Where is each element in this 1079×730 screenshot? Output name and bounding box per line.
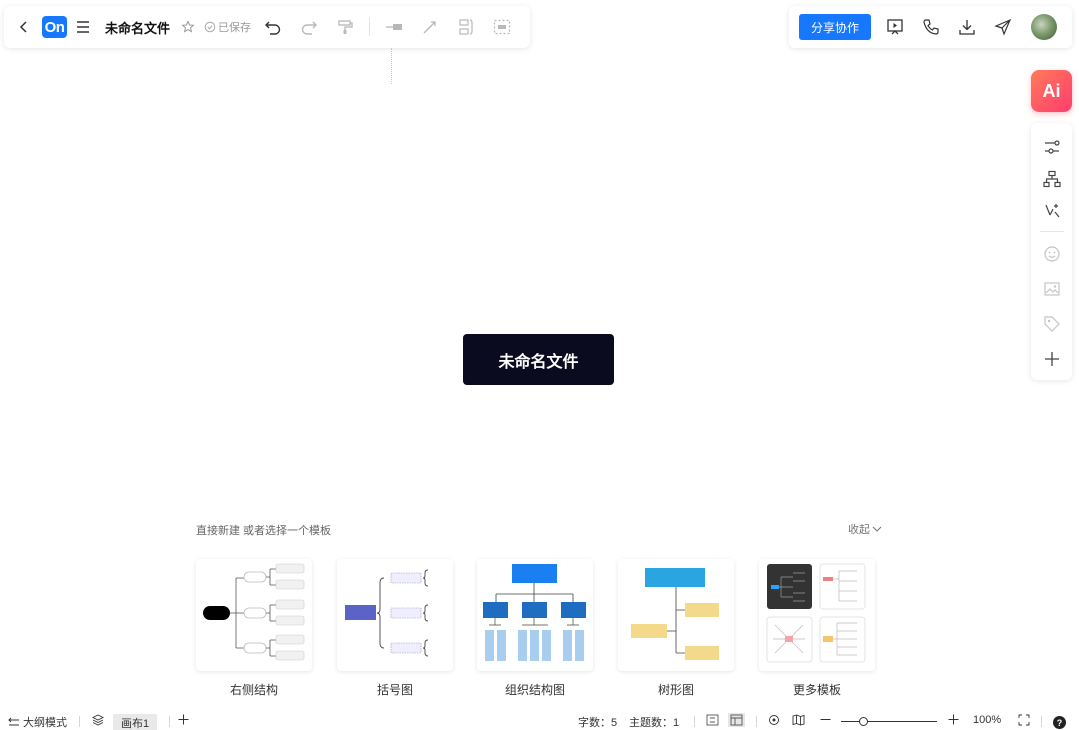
avatar[interactable] <box>1031 14 1058 40</box>
status-divider <box>169 716 170 727</box>
template-label: 更多模板 <box>792 683 841 697</box>
back-icon[interactable] <box>12 15 36 39</box>
top-toolbar: On 未命名文件 已保存 <box>4 6 530 48</box>
present-icon[interactable] <box>883 15 907 39</box>
sparkle-theme-icon[interactable] <box>1040 199 1064 222</box>
template-card-org-chart[interactable] <box>477 559 593 671</box>
right-structure-thumbnail <box>203 563 305 661</box>
auto-layout-button[interactable] <box>706 714 719 726</box>
app-logo[interactable]: On <box>42 16 67 38</box>
sheet-tab-1[interactable]: 画布1 <box>113 714 158 730</box>
template-card-bracket[interactable] <box>337 559 453 671</box>
undo-icon[interactable] <box>261 15 285 39</box>
phone-icon[interactable] <box>919 15 943 39</box>
emoji-icon[interactable] <box>1040 242 1064 265</box>
canvas-guide <box>391 48 392 84</box>
image-icon[interactable] <box>1040 278 1064 301</box>
insert-topic-icon[interactable] <box>382 15 406 39</box>
sheet-tab-label: 画布1 <box>113 714 158 730</box>
status-divider <box>1041 716 1042 727</box>
collapse-button[interactable]: 收起 <box>848 521 882 537</box>
tag-icon[interactable] <box>1040 313 1064 336</box>
sidebar-divider <box>1039 231 1064 233</box>
zoom-slider-track[interactable] <box>841 721 937 722</box>
org-chart-thumbnail <box>483 564 586 661</box>
status-divider <box>756 716 757 727</box>
menu-icon[interactable] <box>71 15 95 39</box>
minimap-button[interactable] <box>792 714 805 726</box>
more-templates-thumbnail <box>766 563 866 663</box>
summary-icon[interactable] <box>454 15 478 39</box>
document-title[interactable]: 未命名文件 <box>105 18 170 37</box>
style-settings-icon[interactable] <box>1040 135 1064 158</box>
add-sheet-button[interactable] <box>178 714 189 725</box>
add-icon[interactable] <box>1040 348 1064 371</box>
right-sidebar <box>1031 123 1072 380</box>
locate-button[interactable] <box>768 714 780 726</box>
tree-thumbnail <box>631 568 719 660</box>
central-topic-node[interactable]: 未命名文件 <box>463 334 614 385</box>
help-icon[interactable]: ? <box>1053 716 1066 729</box>
status-divider <box>79 716 80 727</box>
fullscreen-icon <box>1018 714 1030 726</box>
save-status-text: 已保存 <box>218 22 252 34</box>
zoom-slider-handle[interactable] <box>859 717 868 726</box>
word-count: 字数：5 <box>578 717 618 729</box>
locate-icon <box>769 715 779 725</box>
check-circle-icon <box>204 21 216 33</box>
template-label: 组织结构图 <box>504 683 565 697</box>
format-painter-icon[interactable] <box>333 15 357 39</box>
relation-line-icon[interactable] <box>418 15 442 39</box>
zoom-in-button[interactable] <box>948 714 959 725</box>
boundary-icon[interactable] <box>490 15 514 39</box>
topic-count: 主题数：1 <box>629 717 680 729</box>
top-right-toolbar: 分享协作 <box>789 6 1072 48</box>
map-icon <box>792 714 805 726</box>
zoom-level[interactable]: 100% <box>973 714 1001 726</box>
ai-assistant-button[interactable]: Ai <box>1031 70 1072 112</box>
share-collaborate-button[interactable]: 分享协作 <box>799 14 872 40</box>
auto-layout-icon <box>706 714 719 726</box>
send-icon[interactable] <box>991 15 1015 39</box>
fullscreen-button[interactable] <box>1018 714 1030 726</box>
outline-mode-toggle[interactable]: 大纲模式 <box>8 714 67 730</box>
layers-icon <box>92 714 104 726</box>
download-icon[interactable] <box>955 15 979 39</box>
minus-icon <box>820 719 831 720</box>
template-label: 括号图 <box>376 683 413 697</box>
status-bar: 大纲模式 画布1 字数：5 主题数：1 100% ? <box>0 712 1079 730</box>
template-card-right-structure[interactable] <box>196 559 312 671</box>
star-icon[interactable] <box>176 15 200 39</box>
template-card-more[interactable] <box>759 559 875 671</box>
template-card-tree[interactable] <box>618 559 734 671</box>
template-label: 树形图 <box>657 683 694 697</box>
bracket-thumbnail <box>345 569 429 657</box>
outline-mode-icon <box>8 717 19 726</box>
template-label: 右侧结构 <box>229 683 278 697</box>
chevron-down-icon <box>872 526 882 532</box>
status-divider <box>694 716 695 727</box>
zoom-out-button[interactable] <box>820 714 831 725</box>
layout-panel-button[interactable] <box>728 713 745 727</box>
plus-icon <box>948 714 959 725</box>
template-hint: 直接新建 或者选择一个模板 <box>196 525 332 537</box>
outline-mode-label: 大纲模式 <box>23 717 67 729</box>
layout-panel-icon <box>730 714 743 726</box>
structure-icon[interactable] <box>1040 167 1064 190</box>
collapse-label: 收起 <box>848 524 870 536</box>
toolbar-divider <box>369 18 371 36</box>
save-status: 已保存 <box>204 19 251 35</box>
plus-icon <box>178 714 189 725</box>
redo-icon[interactable] <box>297 15 321 39</box>
layers-button[interactable] <box>92 714 104 726</box>
